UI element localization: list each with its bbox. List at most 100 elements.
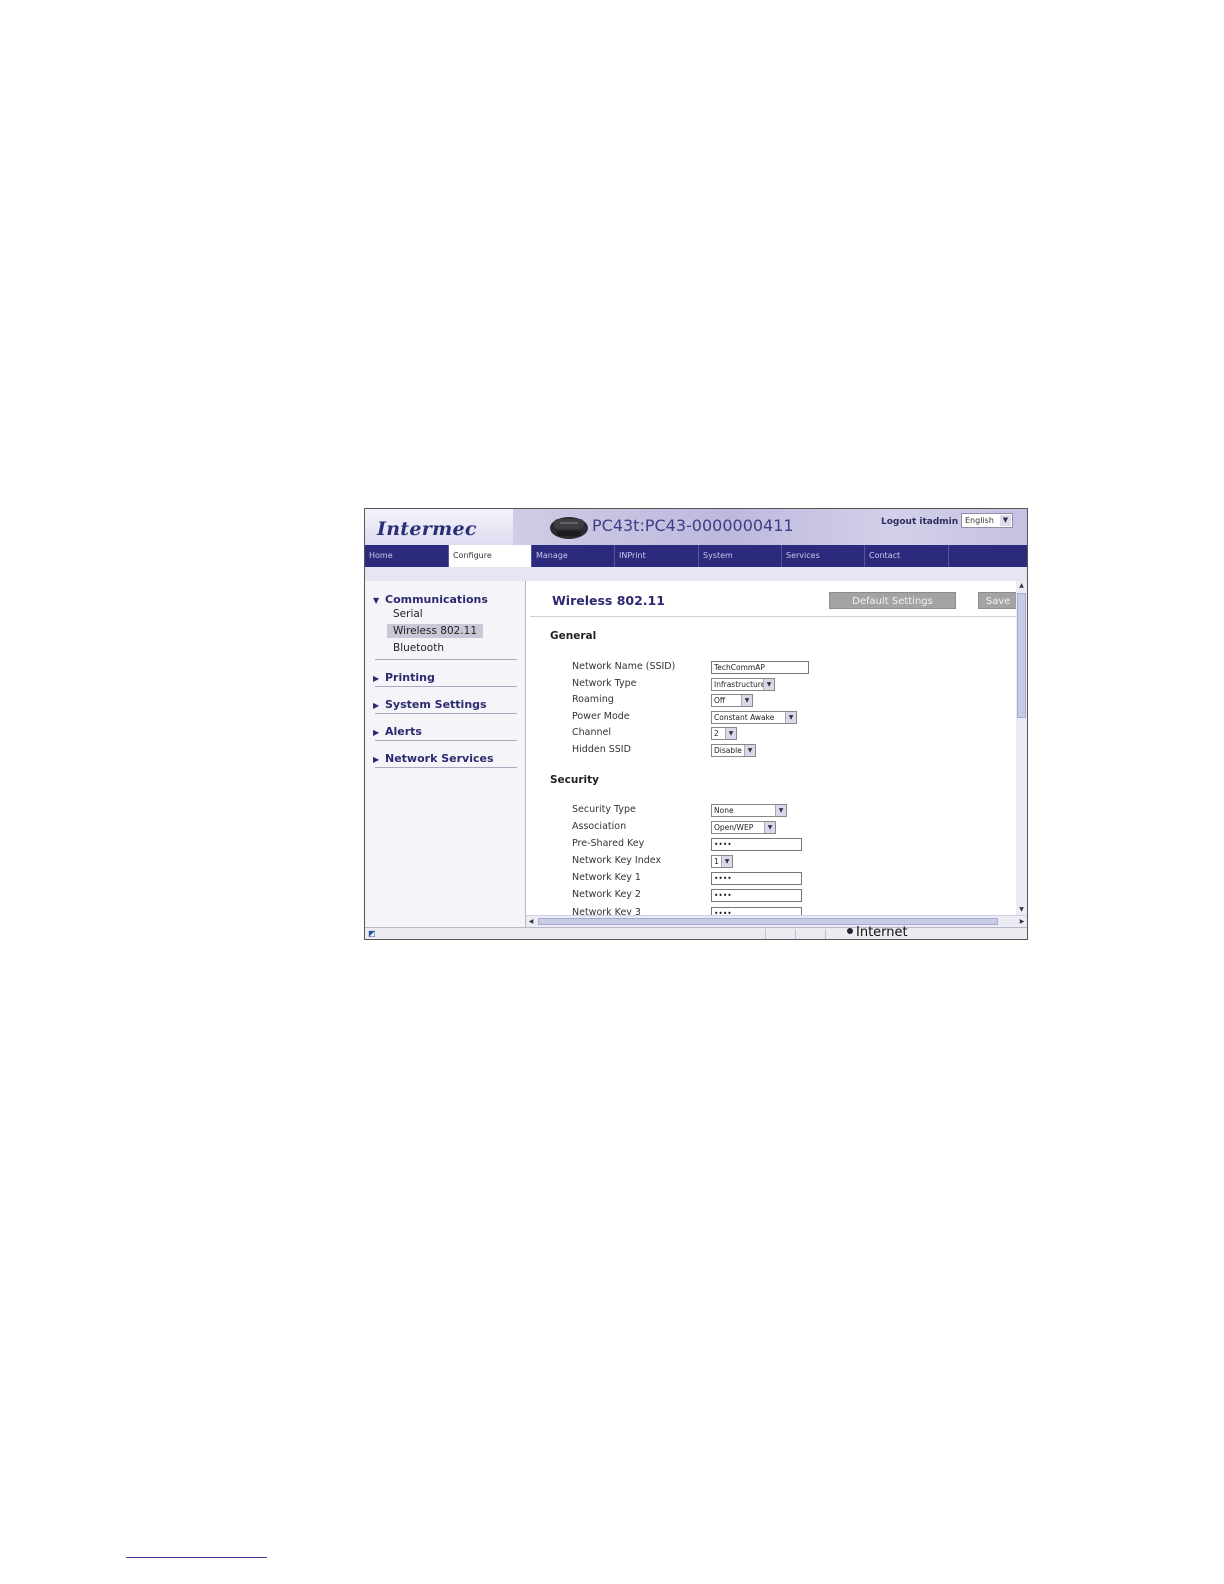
sub-bar <box>365 567 1027 582</box>
association-select[interactable]: Open/WEP ▼ <box>711 821 776 834</box>
browser-screenshot: Intermec PC43t:PC43-0000000411 Logout it… <box>364 508 1028 940</box>
divider <box>375 659 517 660</box>
logout-link[interactable]: Logout itadmin <box>881 517 958 527</box>
chevron-down-icon: ▼ <box>763 679 774 690</box>
printer-icon <box>550 517 588 539</box>
key1-input[interactable]: •••• <box>711 872 802 885</box>
channel-label: Channel <box>572 727 612 738</box>
channel-select[interactable]: 2 ▼ <box>711 727 737 740</box>
psk-input[interactable]: •••• <box>711 838 802 851</box>
sidebar-section-communications[interactable]: ▼ Communications <box>373 593 488 606</box>
zone-label: Internet <box>856 925 908 940</box>
security-type-label: Security Type <box>572 804 636 815</box>
key2-label: Network Key 2 <box>572 889 641 900</box>
chevron-down-icon: ▼ <box>764 822 775 833</box>
power-mode-label: Power Mode <box>572 711 630 722</box>
section-title-security: Security <box>550 774 600 786</box>
scroll-down-icon[interactable]: ▼ <box>1016 905 1027 915</box>
channel-value: 2 <box>714 729 719 738</box>
key-index-select[interactable]: 1 ▼ <box>711 855 733 868</box>
network-type-value: Infrastructure <box>714 680 766 689</box>
chevron-down-icon: ▼ <box>785 712 796 723</box>
triangle-right-icon: ▶ <box>373 755 380 764</box>
security-type-select[interactable]: None ▼ <box>711 804 787 817</box>
key1-label: Network Key 1 <box>572 872 641 883</box>
divider <box>825 929 826 939</box>
divider <box>795 929 796 939</box>
sidebar-section-system-settings[interactable]: ▶ System Settings <box>373 698 487 711</box>
language-select[interactable]: English ▼ <box>961 513 1013 528</box>
language-value: English <box>965 516 994 525</box>
network-type-select[interactable]: Infrastructure ▼ <box>711 678 775 691</box>
triangle-down-icon: ▼ <box>373 596 380 605</box>
security-zone: Internet <box>847 925 908 940</box>
key3-input[interactable]: •••• <box>711 907 802 915</box>
default-settings-button[interactable]: Default Settings <box>829 592 956 609</box>
sidebar-item-wireless[interactable]: Wireless 802.11 <box>387 624 484 638</box>
divider <box>530 616 1016 617</box>
sidebar-item-bluetooth[interactable]: Bluetooth <box>393 642 444 654</box>
chevron-down-icon: ▼ <box>744 745 755 756</box>
chevron-down-icon: ▼ <box>725 728 736 739</box>
divider <box>765 929 766 939</box>
scroll-up-icon[interactable]: ▲ <box>1016 581 1027 591</box>
chevron-down-icon: ▼ <box>775 805 786 816</box>
psk-label: Pre-Shared Key <box>572 838 645 849</box>
tab-contact[interactable]: Contact <box>865 545 949 567</box>
divider <box>375 767 517 768</box>
sidebar-section-label: Printing <box>385 671 435 684</box>
sidebar-section-printing[interactable]: ▶ Printing <box>373 671 435 684</box>
main-content: Wireless 802.11 Default Settings Save Ge… <box>526 581 1016 915</box>
ssid-input[interactable]: TechCommAP <box>711 661 809 674</box>
intermec-logo[interactable]: Intermec <box>377 518 477 540</box>
sidebar-section-label: Network Services <box>385 752 494 765</box>
scroll-thumb[interactable] <box>538 918 998 925</box>
footer-rule <box>126 1557 267 1558</box>
association-value: Open/WEP <box>714 823 754 832</box>
triangle-right-icon: ▶ <box>373 674 380 683</box>
key2-input[interactable]: •••• <box>711 889 802 902</box>
tab-manage[interactable]: Manage <box>532 545 615 567</box>
ssid-label: Network Name (SSID) <box>572 661 676 672</box>
roaming-select[interactable]: Off ▼ <box>711 694 753 707</box>
vertical-scrollbar[interactable]: ▲ ▼ <box>1016 581 1027 915</box>
divider <box>375 740 517 741</box>
sidebar-section-label: Alerts <box>385 725 422 738</box>
tab-home[interactable]: Home <box>365 545 449 567</box>
tab-services[interactable]: Services <box>782 545 865 567</box>
triangle-right-icon: ▶ <box>373 728 380 737</box>
security-type-value: None <box>714 806 734 815</box>
status-bar: ◩ Internet <box>365 925 1027 940</box>
tab-configure[interactable]: Configure <box>449 545 532 567</box>
globe-icon <box>847 928 853 934</box>
page-icon: ◩ <box>368 929 376 938</box>
tab-system-information[interactable]: System Information <box>699 545 782 582</box>
section-title-general: General <box>550 630 597 642</box>
key-index-value: 1 <box>714 857 719 866</box>
chevron-down-icon: ▼ <box>721 856 732 867</box>
tab-inprint[interactable]: INPrint <box>615 545 699 567</box>
logo-area: Intermec <box>365 509 513 545</box>
divider <box>375 713 517 714</box>
save-button[interactable]: Save <box>978 592 1016 609</box>
power-mode-value: Constant Awake <box>714 713 775 722</box>
roaming-label: Roaming <box>572 694 614 705</box>
scroll-thumb[interactable] <box>1017 593 1026 718</box>
power-mode-select[interactable]: Constant Awake ▼ <box>711 711 797 724</box>
page-title: Wireless 802.11 <box>552 593 665 608</box>
sidebar-section-network-services[interactable]: ▶ Network Services <box>373 752 494 765</box>
hidden-ssid-value: Disable <box>714 746 742 755</box>
hidden-ssid-label: Hidden SSID <box>572 744 631 755</box>
sidebar-section-label: Communications <box>385 593 488 606</box>
chevron-down-icon: ▼ <box>741 695 752 706</box>
sidebar-section-label: System Settings <box>385 698 487 711</box>
sidebar-section-alerts[interactable]: ▶ Alerts <box>373 725 422 738</box>
sidebar: ▼ Communications Serial Wireless 802.11 B… <box>365 581 526 927</box>
association-label: Association <box>572 821 627 832</box>
triangle-right-icon: ▶ <box>373 701 380 710</box>
roaming-value: Off <box>714 696 726 705</box>
sidebar-item-serial[interactable]: Serial <box>393 608 423 620</box>
hidden-ssid-select[interactable]: Disable ▼ <box>711 744 756 757</box>
divider <box>375 686 517 687</box>
key-index-label: Network Key Index <box>572 855 662 866</box>
